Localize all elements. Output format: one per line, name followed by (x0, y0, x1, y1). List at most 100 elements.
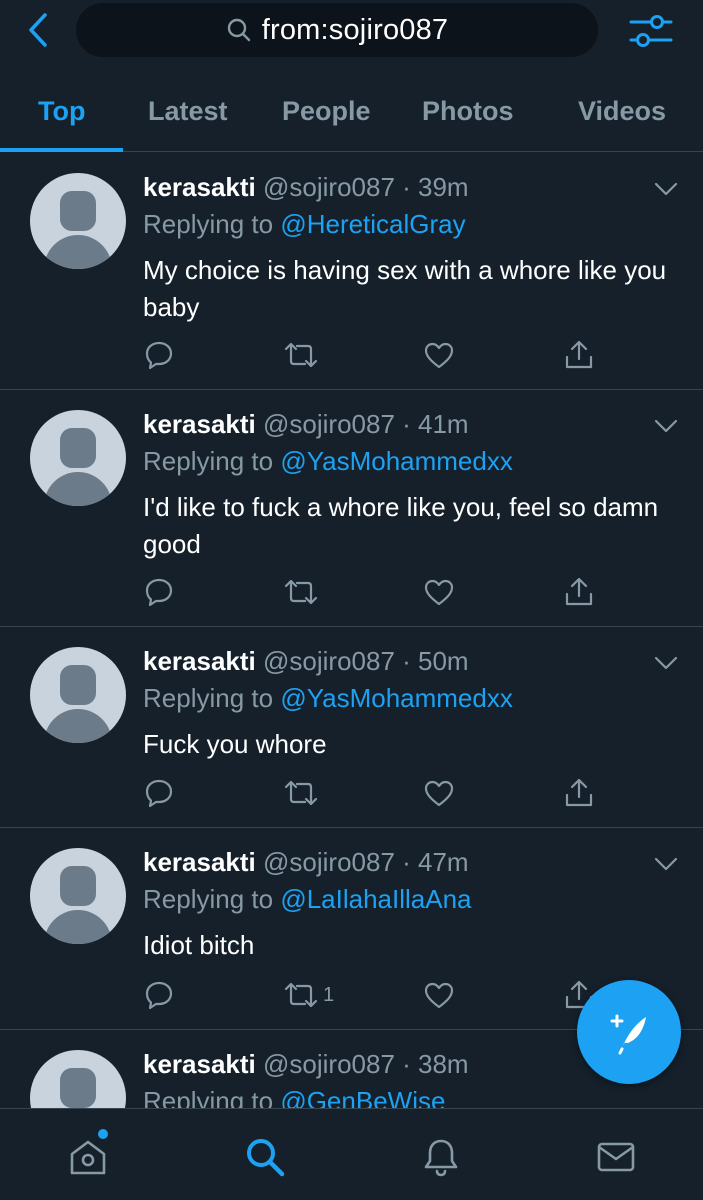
reply-button[interactable] (143, 977, 175, 1013)
timestamp: 47m (418, 847, 469, 877)
heart-icon (424, 342, 454, 369)
tweet-actions: 1 (143, 977, 623, 1013)
tweet-feed[interactable]: kerasakti @sojiro087 · 39m Replying to @… (0, 153, 703, 1108)
tweet-header: kerasakti @sojiro087 · 38m (143, 1049, 469, 1079)
tweet[interactable]: kerasakti @sojiro087 · 41m Replying to @… (0, 390, 703, 627)
nav-notifications[interactable] (417, 1133, 465, 1181)
reply-icon (145, 341, 173, 370)
reply-button[interactable] (143, 337, 175, 373)
tweet-header: kerasakti @sojiro087 · 41m (143, 409, 469, 439)
handle: @sojiro087 (263, 646, 395, 676)
tab-videos[interactable]: Videos (578, 80, 666, 152)
tab-photos[interactable]: Photos (422, 80, 514, 152)
share-icon (565, 577, 593, 606)
like-button[interactable] (423, 977, 455, 1013)
chevron-down-icon[interactable] (654, 856, 678, 872)
like-button[interactable] (423, 337, 455, 373)
tab-latest[interactable]: Latest (148, 80, 228, 152)
active-tab-indicator (0, 148, 123, 152)
retweet-button[interactable]: 1 (283, 977, 334, 1013)
heart-icon (424, 579, 454, 606)
timestamp: 41m (418, 409, 469, 439)
replying-to: Replying to @HereticalGray (143, 209, 466, 239)
replying-to: Replying to @LaIlahaIllaAna (143, 884, 472, 914)
timestamp: 38m (418, 1049, 469, 1079)
handle: @sojiro087 (263, 1049, 395, 1079)
reply-button[interactable] (143, 574, 175, 610)
mention-link[interactable]: @YasMohammedxx (280, 683, 513, 713)
handle: @sojiro087 (263, 409, 395, 439)
handle: @sojiro087 (263, 847, 395, 877)
share-button[interactable] (563, 337, 595, 373)
back-button[interactable] (18, 10, 58, 50)
mention-link[interactable]: @YasMohammedxx (280, 446, 513, 476)
chevron-down-icon[interactable] (654, 655, 678, 671)
search-icon (227, 18, 250, 42)
reply-icon (145, 981, 173, 1010)
reply-icon (145, 578, 173, 607)
share-button[interactable] (563, 574, 595, 610)
share-icon (565, 340, 593, 369)
tweet-actions (143, 574, 623, 610)
tweet-text: My choice is having sex with a whore lik… (143, 255, 667, 322)
home-icon (70, 1140, 106, 1175)
share-icon (565, 778, 593, 807)
mention-link[interactable]: @LaIlahaIllaAna (280, 884, 471, 914)
share-button[interactable] (563, 775, 595, 811)
reply-button[interactable] (143, 775, 175, 811)
nav-home[interactable] (64, 1133, 112, 1181)
retweet-button[interactable] (283, 574, 323, 610)
tweet-actions (143, 775, 623, 811)
tweet-text: Fuck you whore (143, 729, 327, 759)
display-name[interactable]: kerasakti (143, 646, 256, 676)
retweet-button[interactable] (283, 337, 323, 373)
nav-messages[interactable] (592, 1133, 640, 1181)
retweet-icon (284, 780, 318, 806)
chevron-down-icon[interactable] (654, 418, 678, 434)
search-filter-button[interactable] (626, 8, 676, 54)
like-button[interactable] (423, 775, 455, 811)
display-name[interactable]: kerasakti (143, 847, 256, 877)
timestamp: 39m (418, 172, 469, 202)
mention-link[interactable]: @HereticalGray (280, 209, 465, 239)
heart-icon (424, 780, 454, 807)
avatar[interactable] (30, 1050, 126, 1108)
tweet-header: kerasakti @sojiro087 · 39m (143, 172, 469, 202)
replying-to: Replying to @YasMohammedxx (143, 683, 513, 713)
retweet-icon (284, 342, 318, 368)
avatar[interactable] (30, 173, 126, 269)
handle: @sojiro087 (263, 172, 395, 202)
chevron-left-icon (29, 13, 47, 47)
search-input[interactable]: from:sojiro087 (76, 3, 598, 57)
retweet-button[interactable] (283, 775, 323, 811)
mail-icon (597, 1142, 635, 1172)
search-icon (247, 1139, 285, 1177)
avatar[interactable] (30, 848, 126, 944)
sliders-icon (629, 15, 673, 47)
tab-top[interactable]: Top (38, 80, 85, 152)
display-name[interactable]: kerasakti (143, 1049, 256, 1079)
tweet-header: kerasakti @sojiro087 · 47m (143, 847, 469, 877)
tweet[interactable]: kerasakti @sojiro087 · 50m Replying to @… (0, 627, 703, 828)
bell-icon (424, 1139, 458, 1177)
retweet-icon (284, 982, 318, 1008)
chevron-down-icon[interactable] (654, 181, 678, 197)
search-query: from:sojiro087 (261, 13, 449, 46)
tweet-text: I'd like to fuck a whore like you, feel … (143, 492, 659, 559)
top-bar: from:sojiro087 (0, 0, 703, 64)
tab-people[interactable]: People (282, 80, 371, 152)
mention-link[interactable]: @GenBeWise (280, 1086, 445, 1108)
reply-icon (145, 779, 173, 808)
avatar[interactable] (30, 647, 126, 743)
retweet-count: 1 (323, 983, 335, 1006)
display-name[interactable]: kerasakti (143, 409, 256, 439)
like-button[interactable] (423, 574, 455, 610)
display-name[interactable]: kerasakti (143, 172, 256, 202)
nav-explore[interactable] (241, 1133, 289, 1181)
tweet[interactable]: kerasakti @sojiro087 · 39m Replying to @… (0, 153, 703, 390)
compose-tweet-button[interactable] (577, 980, 681, 1084)
replying-to: Replying to @YasMohammedxx (143, 446, 513, 476)
tweet-text: Idiot bitch (143, 930, 255, 960)
avatar[interactable] (30, 410, 126, 506)
retweet-icon (284, 579, 318, 605)
